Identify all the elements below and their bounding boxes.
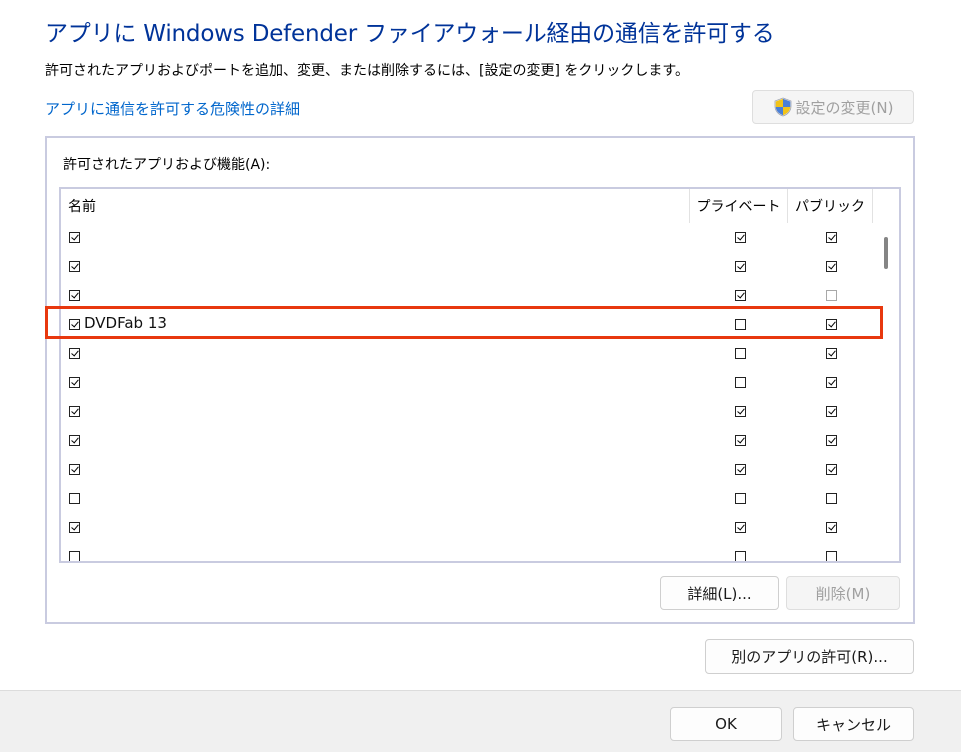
public-checkbox[interactable] [826,319,837,330]
private-checkbox[interactable] [735,493,746,504]
private-checkbox[interactable] [735,551,746,561]
public-checkbox[interactable] [826,348,837,359]
table-row[interactable] [61,455,873,484]
app-enabled-checkbox[interactable] [69,348,80,359]
column-header-private[interactable]: プライベート [689,189,787,223]
private-checkbox[interactable] [735,232,746,243]
app-enabled-checkbox[interactable] [69,261,80,272]
app-enabled-checkbox[interactable] [69,290,80,301]
cancel-button[interactable]: キャンセル [793,707,914,741]
app-enabled-checkbox[interactable] [69,232,80,243]
private-checkbox[interactable] [735,290,746,301]
dialog-footer: OK キャンセル [0,690,961,752]
private-checkbox[interactable] [735,435,746,446]
risk-details-link[interactable]: アプリに通信を許可する危険性の詳細 [45,98,300,119]
allowed-apps-list[interactable]: 名前 プライベート パブリック DVDFab 13 [59,187,901,563]
app-enabled-checkbox[interactable] [69,551,80,561]
app-enabled-checkbox[interactable] [69,435,80,446]
private-checkbox[interactable] [735,319,746,330]
public-checkbox[interactable] [826,522,837,533]
private-checkbox[interactable] [735,464,746,475]
private-checkbox[interactable] [735,522,746,533]
public-checkbox[interactable] [826,406,837,417]
table-row[interactable] [61,513,873,542]
app-name: DVDFab 13 [84,314,167,332]
table-row[interactable] [61,426,873,455]
public-checkbox[interactable] [826,493,837,504]
table-row[interactable] [61,542,873,561]
private-checkbox[interactable] [735,348,746,359]
dialog-subtitle: 許可されたアプリおよびポートを追加、変更、または削除するには、[設定の変更] を… [45,63,689,79]
change-settings-button[interactable]: 設定の変更(N) [752,90,914,124]
table-row[interactable]: DVDFab 13 [61,310,873,339]
scrollbar-thumb[interactable] [884,237,888,269]
private-checkbox[interactable] [735,377,746,388]
table-row[interactable] [61,252,873,281]
dialog-title: アプリに Windows Defender ファイアウォール経由の通信を許可する [45,21,775,47]
apps-rows: DVDFab 13 [61,223,873,561]
private-checkbox[interactable] [735,406,746,417]
change-settings-label: 設定の変更(N) [795,98,894,117]
ok-button[interactable]: OK [670,707,782,741]
column-header-name[interactable]: 名前 [61,189,689,223]
private-checkbox[interactable] [735,261,746,272]
public-checkbox[interactable] [826,377,837,388]
table-row[interactable] [61,397,873,426]
app-enabled-checkbox[interactable] [69,493,80,504]
uac-shield-icon [773,97,793,117]
public-checkbox[interactable] [826,551,837,561]
app-enabled-checkbox[interactable] [69,464,80,475]
vertical-scrollbar[interactable] [873,189,899,561]
public-checkbox[interactable] [826,290,837,301]
public-checkbox[interactable] [826,464,837,475]
public-checkbox[interactable] [826,232,837,243]
app-enabled-checkbox[interactable] [69,522,80,533]
table-row[interactable] [61,223,873,252]
table-row[interactable] [61,339,873,368]
details-button[interactable]: 詳細(L)... [660,576,779,610]
app-enabled-checkbox[interactable] [69,406,80,417]
table-row[interactable] [61,484,873,513]
allowed-apps-label: 許可されたアプリおよび機能(A): [63,157,271,173]
allow-another-app-button[interactable]: 別のアプリの許可(R)... [705,639,914,674]
public-checkbox[interactable] [826,435,837,446]
remove-button[interactable]: 削除(M) [786,576,900,610]
table-row[interactable] [61,368,873,397]
table-row[interactable] [61,281,873,310]
app-enabled-checkbox[interactable] [69,319,80,330]
column-header-public[interactable]: パブリック [787,189,873,223]
public-checkbox[interactable] [826,261,837,272]
app-enabled-checkbox[interactable] [69,377,80,388]
